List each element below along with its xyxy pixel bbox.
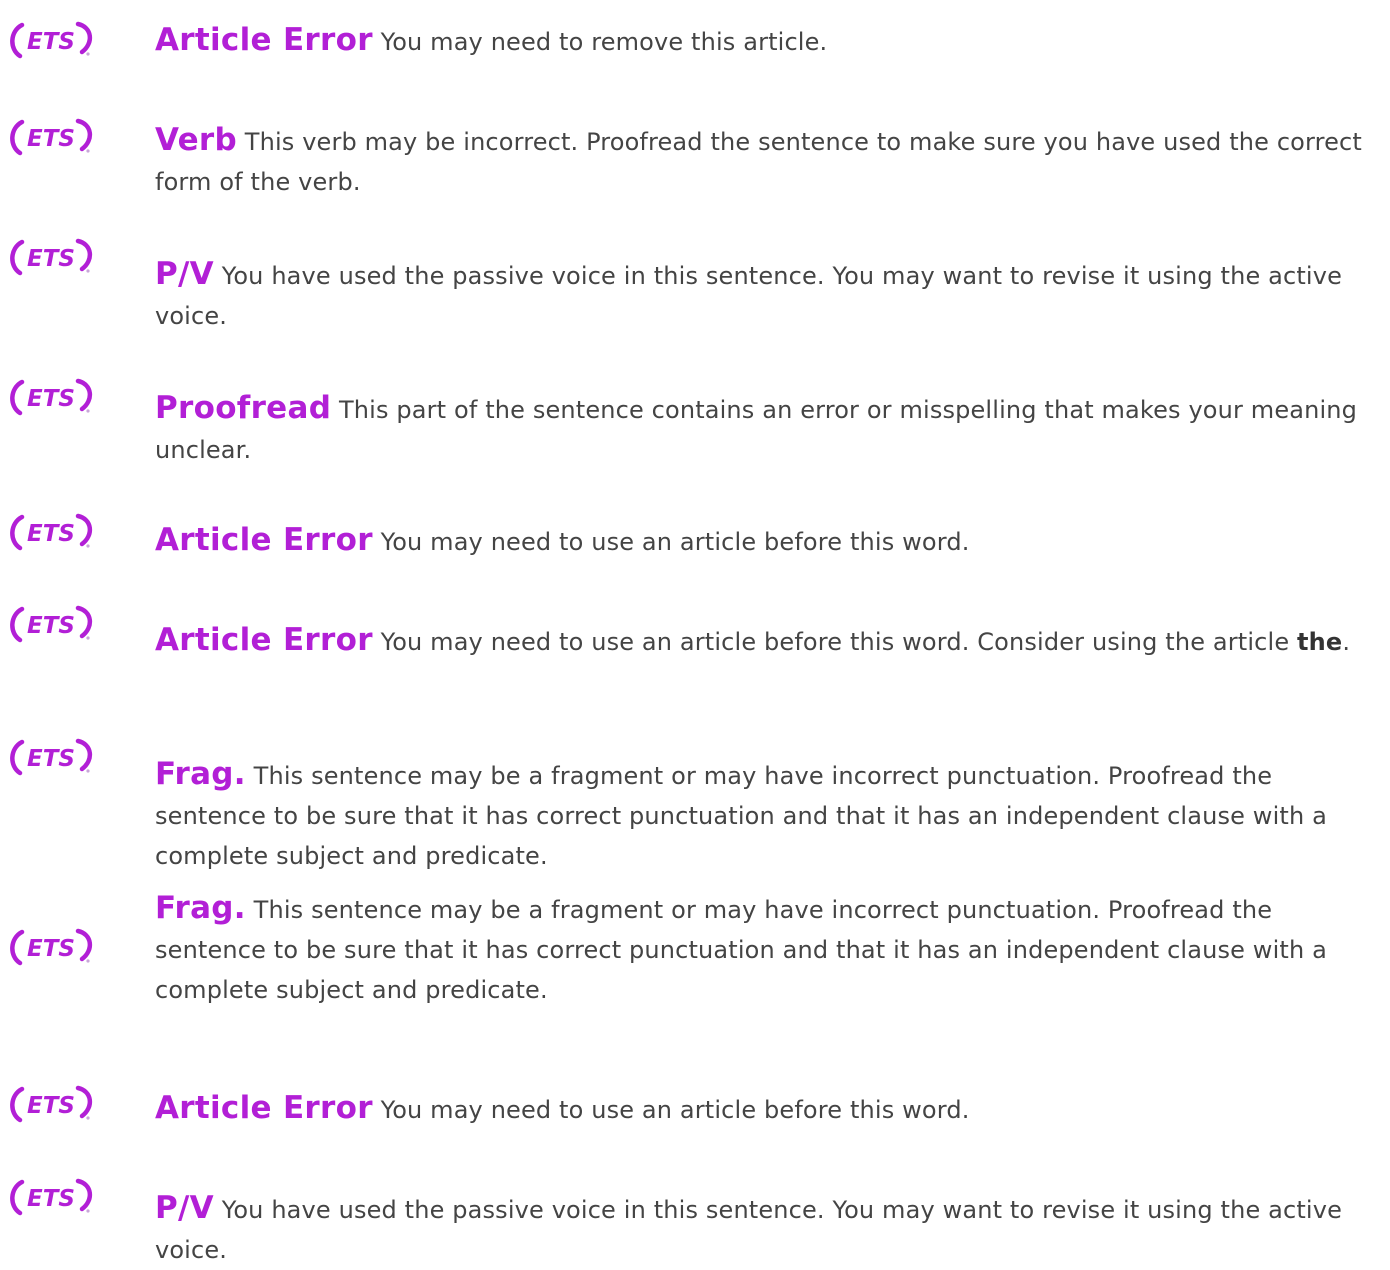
- ets-logo-icon: ETS: [8, 378, 98, 416]
- logo-swoosh-left: [10, 239, 25, 276]
- feedback-label: Article Error: [155, 622, 373, 658]
- feedback-text: Frag. This sentence may be a fragment or…: [155, 888, 1384, 1010]
- logo-swoosh-left: [10, 119, 25, 156]
- logo-registered-mark: [86, 149, 90, 153]
- logo-text: ETS: [27, 246, 75, 272]
- feedback-label: Article Error: [155, 522, 373, 558]
- feedback-label: Frag.: [155, 890, 246, 926]
- ets-logo-icon: ETS: [8, 605, 98, 643]
- logo-text: ETS: [27, 613, 75, 639]
- logo-swoosh-left: [10, 514, 25, 551]
- logo-text: ETS: [27, 1093, 75, 1119]
- feedback-label: Proofread: [155, 390, 332, 426]
- logo-swoosh-right: [75, 738, 92, 772]
- logo-swoosh-left: [10, 929, 25, 966]
- feedback-text: Article Error You may need to use an art…: [155, 520, 1384, 562]
- feedback-message: You may need to use an article before th…: [380, 528, 970, 556]
- ets-logo-icon: ETS: [8, 738, 98, 776]
- logo-registered-mark: [86, 52, 90, 56]
- logo-text: ETS: [27, 1186, 75, 1212]
- feedback-label: Article Error: [155, 22, 373, 58]
- logo-swoosh-left: [10, 606, 25, 643]
- logo-swoosh-right: [75, 928, 92, 962]
- feedback-text: Article Error You may need to use an art…: [155, 620, 1384, 662]
- feedback-message: This verb may be incorrect. Proofread th…: [155, 128, 1362, 196]
- logo-swoosh-left: [10, 1086, 25, 1123]
- feedback-message: This part of the sentence contains an er…: [155, 396, 1358, 464]
- ets-logo-icon: ETS: [8, 513, 98, 551]
- logo-swoosh-right: [75, 1178, 92, 1212]
- logo-swoosh-right: [75, 118, 92, 152]
- logo-text: ETS: [27, 521, 75, 547]
- feedback-label: P/V: [155, 256, 214, 292]
- feedback-emphasis: the: [1297, 628, 1343, 656]
- feedback-text: P/V You have used the passive voice in t…: [155, 1188, 1384, 1270]
- logo-swoosh-right: [75, 1085, 92, 1119]
- logo-registered-mark: [86, 959, 90, 963]
- logo-swoosh-left: [10, 1179, 25, 1216]
- feedback-text: P/V You have used the passive voice in t…: [155, 254, 1384, 336]
- ets-logo-icon: ETS: [8, 1085, 98, 1123]
- logo-text: ETS: [27, 126, 75, 152]
- feedback-message: You may need to use an article before th…: [380, 1096, 970, 1124]
- feedback-label: Frag.: [155, 756, 246, 792]
- feedback-label: P/V: [155, 1190, 214, 1226]
- feedback-text: Frag. This sentence may be a fragment or…: [155, 754, 1384, 876]
- logo-registered-mark: [86, 544, 90, 548]
- feedback-text: Article Error You may need to use an art…: [155, 1088, 1384, 1130]
- feedback-message: This sentence may be a fragment or may h…: [155, 762, 1327, 870]
- logo-registered-mark: [86, 636, 90, 640]
- ets-logo-icon: ETS: [8, 238, 98, 276]
- logo-swoosh-left: [10, 379, 25, 416]
- feedback-message: You may need to remove this article.: [380, 28, 828, 56]
- ets-logo-icon: ETS: [8, 118, 98, 156]
- logo-swoosh-right: [75, 238, 92, 272]
- ets-logo-icon: ETS: [8, 21, 98, 59]
- logo-swoosh-right: [75, 378, 92, 412]
- logo-swoosh-left: [10, 22, 25, 59]
- feedback-text: Verb This verb may be incorrect. Proofre…: [155, 120, 1384, 202]
- logo-swoosh-right: [75, 21, 92, 55]
- logo-text: ETS: [27, 936, 75, 962]
- feedback-label: Verb: [155, 122, 237, 158]
- feedback-suffix: .: [1342, 628, 1351, 656]
- feedback-text: Article Error You may need to remove thi…: [155, 20, 1384, 62]
- logo-registered-mark: [86, 1209, 90, 1213]
- logo-text: ETS: [27, 29, 75, 55]
- logo-registered-mark: [86, 269, 90, 273]
- logo-swoosh-right: [75, 605, 92, 639]
- logo-registered-mark: [86, 769, 90, 773]
- ets-logo-icon: ETS: [8, 928, 98, 966]
- logo-swoosh-right: [75, 513, 92, 547]
- feedback-message: You have used the passive voice in this …: [155, 262, 1342, 330]
- feedback-message: You may need to use an article before th…: [380, 628, 1290, 656]
- feedback-text: Proofread This part of the sentence cont…: [155, 388, 1384, 470]
- logo-swoosh-left: [10, 739, 25, 776]
- ets-logo-icon: ETS: [8, 1178, 98, 1216]
- feedback-label: Article Error: [155, 1090, 373, 1126]
- feedback-message: This sentence may be a fragment or may h…: [155, 896, 1327, 1004]
- logo-registered-mark: [86, 409, 90, 413]
- logo-text: ETS: [27, 386, 75, 412]
- logo-text: ETS: [27, 746, 75, 772]
- feedback-message: You have used the passive voice in this …: [155, 1196, 1342, 1264]
- logo-registered-mark: [86, 1116, 90, 1120]
